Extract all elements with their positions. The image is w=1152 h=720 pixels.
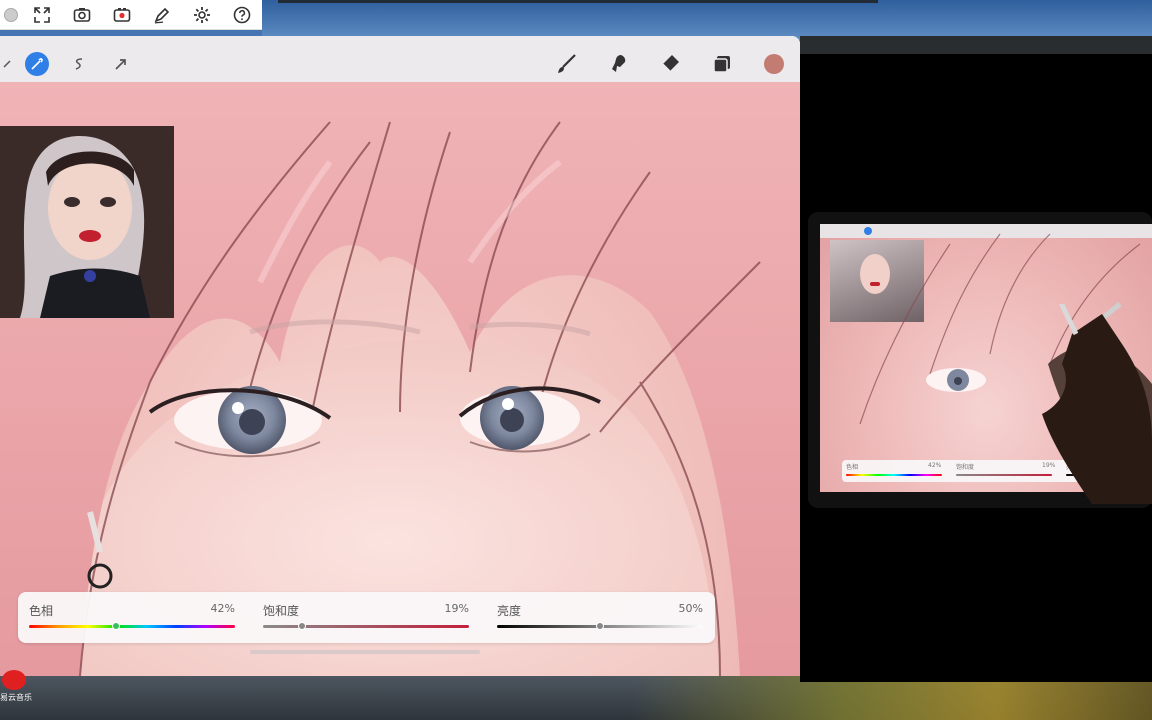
- brightness-label: 亮度: [497, 604, 522, 618]
- selection-button[interactable]: [58, 50, 100, 78]
- avatar-tab[interactable]: [0, 0, 22, 30]
- eraser-button[interactable]: [644, 50, 696, 78]
- reference-portrait: [0, 126, 174, 318]
- tablet-hue-label: 色相: [846, 464, 859, 471]
- saturation-track[interactable]: [263, 625, 469, 628]
- window-edge: [278, 0, 878, 3]
- desktop-wallpaper-road: [0, 676, 1152, 720]
- saturation-label: 饱和度: [263, 604, 300, 618]
- recorder-toolbar: [0, 0, 262, 30]
- hand-with-pencil: [1042, 304, 1152, 504]
- help-icon[interactable]: [222, 0, 262, 30]
- adjustments-button[interactable]: [16, 50, 58, 78]
- drawing-canvas[interactable]: [0, 82, 800, 676]
- smudge-icon: [612, 55, 626, 72]
- transform-icon: [109, 52, 133, 76]
- camera-panel-header: [800, 36, 1152, 54]
- hue-label: 色相: [29, 604, 54, 618]
- tablet-hue-value: 42%: [928, 462, 942, 469]
- settings-icon[interactable]: [182, 0, 222, 30]
- hue-knob[interactable]: [111, 622, 120, 630]
- actions-icon: [3, 60, 11, 68]
- brush-icon: [558, 54, 576, 73]
- brightness-knob[interactable]: [596, 622, 604, 630]
- layers-button[interactable]: [696, 50, 748, 78]
- hue-track[interactable]: [29, 625, 235, 628]
- procreate-window: 色相 42% 饱和度 19% 亮度 50%: [0, 36, 800, 676]
- smudge-button[interactable]: [592, 50, 644, 78]
- netease-music-label: 易云音乐: [0, 693, 32, 702]
- brightness-value: 50%: [678, 602, 703, 615]
- color-button[interactable]: [748, 50, 800, 78]
- transform-button[interactable]: [100, 50, 142, 78]
- saturation-knob[interactable]: [298, 622, 307, 630]
- camera-view-panel: 色相 42% 饱和度 19% 亮度: [800, 36, 1152, 682]
- screenshot-icon[interactable]: [62, 0, 102, 30]
- hue-value: 42%: [210, 602, 235, 615]
- reference-photo[interactable]: [0, 126, 174, 318]
- home-indicator: [250, 650, 480, 654]
- current-color-swatch: [764, 54, 784, 74]
- brush-button[interactable]: [540, 50, 592, 78]
- layers-icon: [713, 56, 730, 73]
- eraser-icon: [662, 55, 679, 72]
- pen-icon[interactable]: [142, 0, 182, 30]
- hue-slider[interactable]: 色相 42%: [29, 600, 235, 636]
- netease-music-icon: [2, 670, 26, 690]
- netease-music-app[interactable]: 易云音乐: [0, 670, 40, 706]
- desktop-wallpaper-sky: [262, 0, 1152, 40]
- fullscreen-icon[interactable]: [22, 0, 62, 30]
- actions-button[interactable]: [0, 50, 16, 78]
- tablet-saturation-label: 饱和度: [956, 464, 975, 471]
- saturation-slider[interactable]: 饱和度 19%: [263, 600, 469, 636]
- color-sliders-panel: 色相 42% 饱和度 19% 亮度 50%: [18, 592, 715, 643]
- procreate-toolbar: [0, 36, 800, 82]
- brightness-slider[interactable]: 亮度 50%: [497, 600, 703, 636]
- saturation-value: 19%: [444, 602, 469, 615]
- adjustments-icon: [25, 52, 49, 76]
- record-icon[interactable]: [102, 0, 142, 30]
- selection-icon: [67, 52, 91, 76]
